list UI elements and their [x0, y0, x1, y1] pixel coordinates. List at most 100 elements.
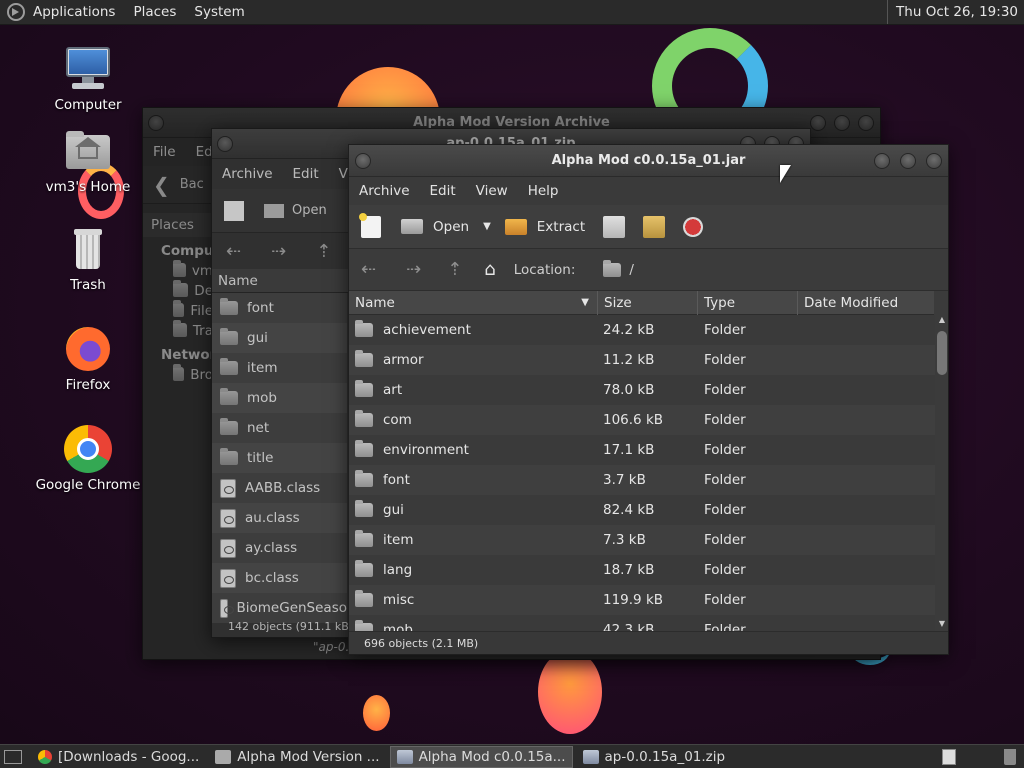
menu-system[interactable]: System: [194, 4, 244, 20]
forward-arrow-icon[interactable]: ⇢: [406, 259, 421, 280]
new-archive-icon[interactable]: [359, 212, 381, 238]
extract-button[interactable]: Extract: [537, 219, 585, 235]
table-row[interactable]: achievement 24.2 kB Folder: [349, 315, 935, 345]
list-item[interactable]: bc.class: [212, 563, 347, 593]
taskbar-task[interactable]: Alpha Mod c0.0.15a...: [389, 745, 573, 768]
table-row[interactable]: gui 82.4 kB Folder: [349, 495, 935, 525]
list-item[interactable]: au.class: [212, 503, 347, 533]
place-item[interactable]: Bro: [143, 363, 213, 383]
table-row[interactable]: mob 42.3 kB Folder: [349, 615, 935, 631]
minimize-button[interactable]: [810, 115, 826, 131]
table-row[interactable]: item 7.3 kB Folder: [349, 525, 935, 555]
window-menu-button[interactable]: [355, 153, 371, 169]
forward-arrow-icon[interactable]: ⇢: [271, 241, 286, 262]
list-item[interactable]: gui: [212, 323, 347, 353]
column-size[interactable]: Size: [598, 290, 698, 315]
extract-icon[interactable]: [504, 218, 527, 235]
system-logo-icon[interactable]: [7, 3, 25, 21]
menu-edit[interactable]: Edit: [420, 183, 466, 199]
menu-view[interactable]: View: [466, 183, 518, 199]
table-row[interactable]: armor 11.2 kB Folder: [349, 345, 935, 375]
list-item[interactable]: item: [212, 353, 347, 383]
place-item[interactable]: Tra: [143, 319, 213, 339]
place-item[interactable]: De: [143, 279, 213, 299]
menu-places[interactable]: Places: [133, 4, 176, 20]
column-type[interactable]: Type: [698, 290, 798, 315]
item-name: gui: [247, 330, 268, 346]
file-icon: [220, 568, 236, 588]
list-item[interactable]: AABB.class: [212, 473, 347, 503]
desktop-icon-firefox[interactable]: Firefox: [33, 325, 143, 393]
add-files-icon[interactable]: [603, 215, 626, 238]
open-icon[interactable]: [264, 203, 284, 218]
minimize-button[interactable]: [874, 153, 890, 169]
desktop-icon-trash[interactable]: Trash: [33, 225, 143, 293]
scroll-up-icon[interactable]: ▲: [935, 315, 948, 327]
desktop-icon-chrome[interactable]: Google Chrome: [33, 425, 143, 493]
window-menu-button[interactable]: [148, 115, 164, 131]
menu-archive[interactable]: Archive: [212, 166, 283, 182]
back-arrow-icon[interactable]: ⇠: [361, 259, 376, 280]
folder-icon: [355, 350, 373, 367]
table-row[interactable]: art 78.0 kB Folder: [349, 375, 935, 405]
close-button[interactable]: [926, 153, 942, 169]
home-icon[interactable]: ⌂: [484, 259, 495, 280]
taskbar-task[interactable]: ap-0.0.15a_01.zip: [577, 746, 732, 768]
add-folder-icon[interactable]: [643, 215, 666, 238]
table-row[interactable]: lang 18.7 kB Folder: [349, 555, 935, 585]
vertical-scrollbar[interactable]: ▲ ▼: [935, 315, 948, 631]
desktop-icon-home[interactable]: vm3's Home: [33, 127, 143, 195]
menu-archive[interactable]: Archive: [349, 183, 420, 199]
window-menu-button[interactable]: [217, 136, 233, 152]
window-archive-jar[interactable]: Alpha Mod c0.0.15a_01.jar Archive Edit V…: [348, 144, 949, 655]
column-name[interactable]: Name ▼: [349, 290, 598, 315]
open-icon[interactable]: [401, 219, 423, 234]
cell-size: 119.9 kB: [603, 592, 664, 608]
titlebar[interactable]: Alpha Mod c0.0.15a_01.jar: [349, 145, 948, 177]
up-arrow-icon[interactable]: ⇡: [447, 259, 462, 280]
list-item[interactable]: ay.class: [212, 533, 347, 563]
show-desktop-icon[interactable]: [4, 749, 22, 764]
taskbar-task[interactable]: [Downloads - Goog...: [32, 746, 205, 768]
table-row[interactable]: font 3.7 kB Folder: [349, 465, 935, 495]
open-button[interactable]: Open: [292, 203, 327, 218]
place-item[interactable]: vm: [143, 259, 213, 279]
scrollbar-thumb[interactable]: [937, 331, 947, 375]
menu-file[interactable]: File: [143, 144, 186, 160]
table-row[interactable]: environment 17.1 kB Folder: [349, 435, 935, 465]
scroll-down-icon[interactable]: ▼: [935, 619, 948, 631]
up-arrow-icon[interactable]: ⇡: [316, 241, 331, 262]
desktop-icon-computer[interactable]: Computer: [33, 45, 143, 113]
taskbar-task[interactable]: Alpha Mod Version ...: [209, 746, 385, 768]
list-item[interactable]: BiomeGenSeaso: [212, 593, 347, 623]
list-item[interactable]: mob: [212, 383, 347, 413]
back-arrow-icon[interactable]: ⇠: [226, 241, 241, 262]
list-item[interactable]: font: [212, 293, 347, 323]
workspace-switcher-icon[interactable]: [942, 749, 956, 765]
list-item[interactable]: title: [212, 443, 347, 473]
stop-icon[interactable]: [683, 216, 704, 237]
clock[interactable]: Thu Oct 26, 19:30: [887, 0, 1024, 24]
open-button[interactable]: Open: [433, 219, 469, 235]
close-button[interactable]: [858, 115, 874, 131]
network-icon: [173, 364, 185, 381]
column-date-modified[interactable]: Date Modified: [798, 291, 932, 315]
trash-applet-icon[interactable]: [1004, 749, 1016, 765]
cell-size: 11.2 kB: [603, 352, 655, 368]
table-row[interactable]: misc 119.9 kB Folder: [349, 585, 935, 615]
back-button[interactable]: Bac: [180, 177, 204, 192]
place-item[interactable]: File: [143, 299, 213, 319]
maximize-button[interactable]: [834, 115, 850, 131]
menu-applications[interactable]: Applications: [33, 4, 115, 20]
location-path[interactable]: /: [629, 262, 634, 278]
list-item[interactable]: net: [212, 413, 347, 443]
menu-edit[interactable]: Edit: [283, 166, 329, 182]
open-dropdown-icon[interactable]: ▼: [483, 221, 491, 232]
folder-icon: [220, 418, 238, 435]
maximize-button[interactable]: [900, 153, 916, 169]
table-row[interactable]: com 106.6 kB Folder: [349, 405, 935, 435]
menu-help[interactable]: Help: [518, 183, 569, 199]
back-arrow-icon[interactable]: ❮: [153, 173, 170, 197]
folder-icon: [173, 300, 185, 317]
new-archive-icon[interactable]: [224, 200, 244, 221]
